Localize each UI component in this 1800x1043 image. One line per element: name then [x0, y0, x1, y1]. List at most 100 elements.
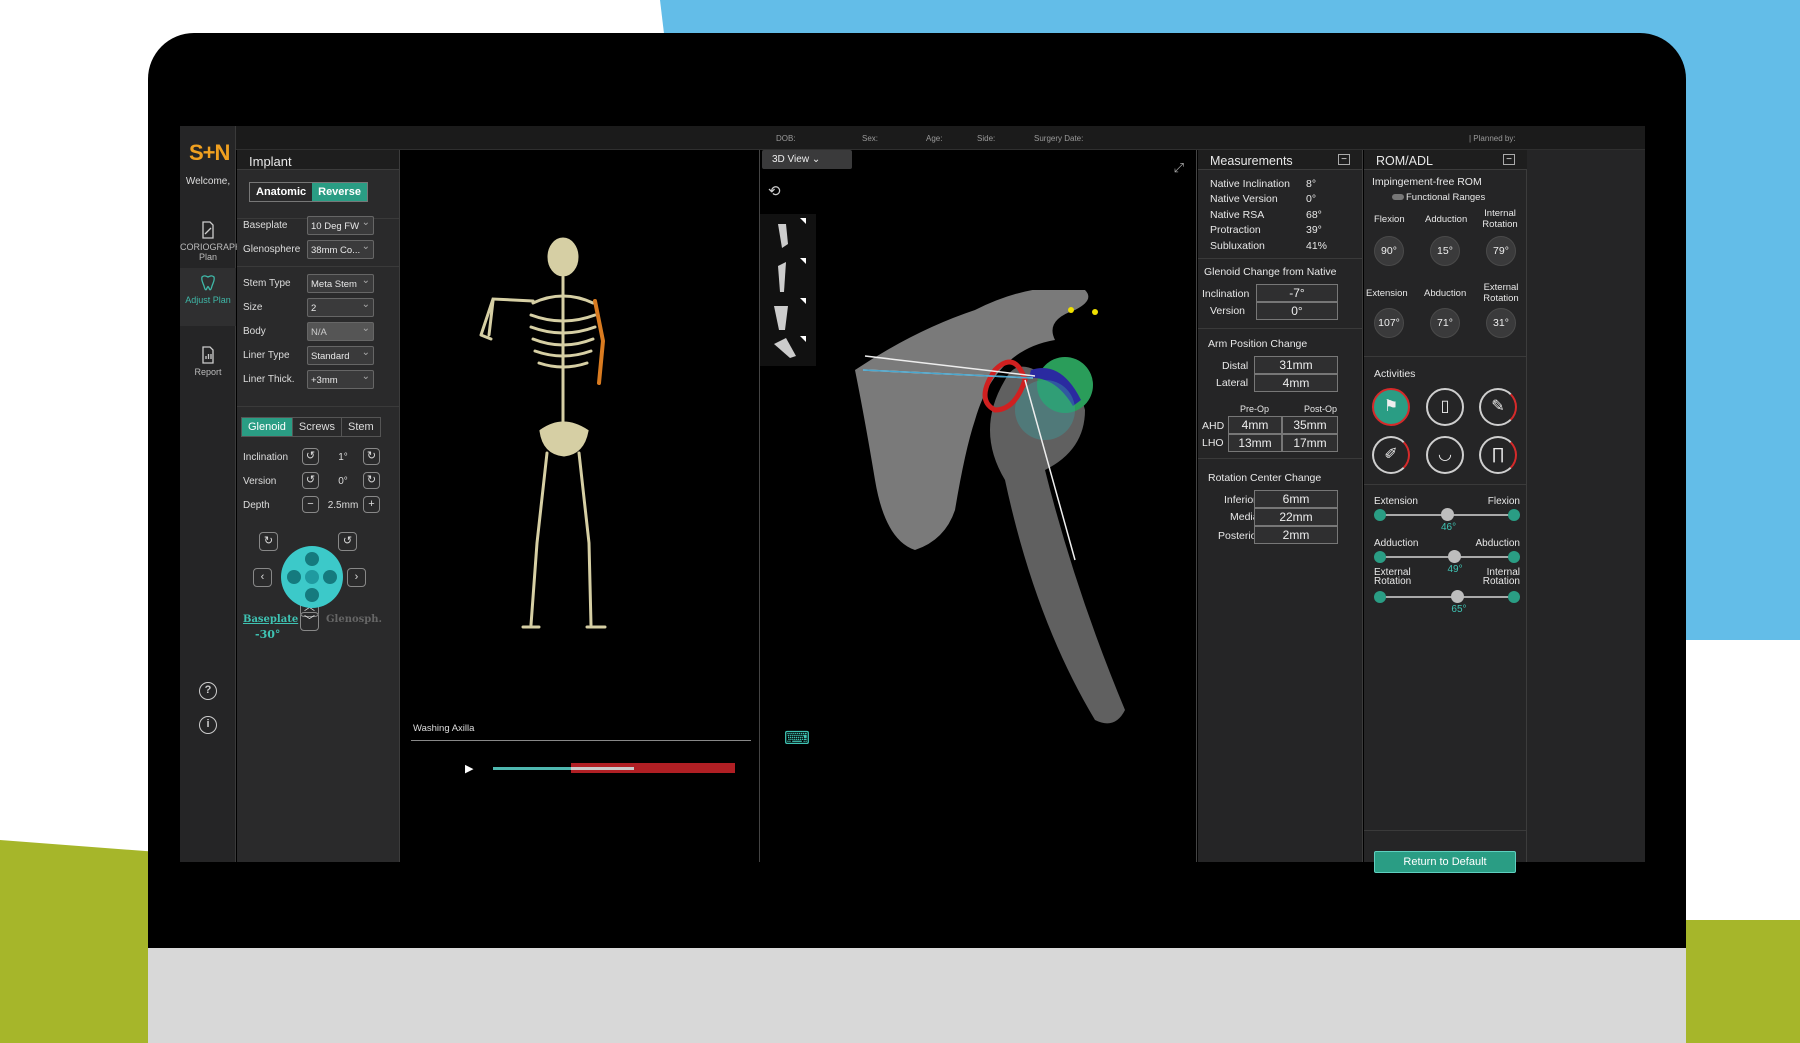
measure-value: 41% — [1306, 240, 1328, 252]
distal-value: 31mm — [1254, 356, 1338, 374]
reverse-option[interactable]: Reverse — [312, 183, 367, 201]
rotation-slider[interactable]: External Rotation Internal Rotation 65° — [1374, 568, 1520, 618]
measure-value: 39° — [1306, 224, 1322, 236]
minus-icon[interactable]: − — [302, 496, 319, 513]
rotate-ccw-icon[interactable]: ↺ — [302, 472, 319, 489]
slider-knob[interactable] — [1447, 550, 1461, 563]
rail-item-report[interactable]: Report — [180, 346, 236, 377]
body-select[interactable]: N/A — [307, 322, 374, 341]
info-icon[interactable]: i — [199, 716, 217, 734]
liner-thickness-select[interactable]: +3mm — [307, 370, 374, 389]
bone-view-icons[interactable] — [760, 214, 816, 366]
version-adjuster: Version ↺ 0° ↻ — [243, 471, 393, 491]
measurements-panel: Measurements − Native Inclination 8° Nati… — [1198, 150, 1363, 862]
rail-item-plan[interactable]: CORIOGRAPH Plan — [180, 221, 242, 262]
measurements-title-text: Measurements — [1210, 154, 1293, 168]
glenosphere-field: Glenosphere 38mm Co... — [243, 240, 393, 260]
return-to-default-button[interactable]: Return to Default — [1374, 851, 1516, 873]
view-selector-label: 3D View — [772, 154, 810, 165]
lateral-value: 4mm — [1254, 374, 1338, 392]
help-icon[interactable]: ? — [199, 682, 217, 700]
rom-subtitle: Impingement-free ROM — [1372, 176, 1482, 188]
activity-pants-icon[interactable]: ∏ — [1479, 436, 1517, 474]
move-down-icon[interactable]: ﹀ — [300, 612, 319, 631]
liner-thickness-field: Liner Thick. +3mm — [243, 370, 393, 390]
slider-end-handle[interactable] — [1508, 551, 1520, 563]
slider-start-handle[interactable] — [1374, 551, 1386, 563]
tab-glenoid[interactable]: Glenoid — [242, 418, 293, 436]
extension-flexion-slider[interactable]: Extension Flexion 46° — [1374, 496, 1520, 536]
tab-screws[interactable]: Screws — [293, 418, 342, 436]
measure-label: Inclination — [1202, 288, 1250, 300]
rotate-ccw-icon[interactable]: ↻ — [259, 532, 278, 551]
slider-start-handle[interactable] — [1374, 509, 1386, 521]
rotate-cw-icon[interactable]: ↻ — [363, 448, 380, 465]
baseplate-select[interactable]: 10 Deg FW — [307, 216, 374, 235]
plus-icon[interactable]: + — [363, 496, 380, 513]
rotate-ccw-icon[interactable]: ↺ — [302, 448, 319, 465]
baseplate-rotate-link[interactable]: Baseplate — [243, 614, 298, 625]
left-rail: S+N Welcome, CORIOGRAPH Plan Adjust Plan… — [180, 126, 242, 862]
divider — [1198, 258, 1362, 259]
posterior-value: 2mm — [1254, 526, 1338, 544]
tab-stem[interactable]: Stem — [342, 418, 380, 436]
background-green-left — [0, 840, 160, 1043]
inferior-value: 6mm — [1254, 490, 1338, 508]
internal-rotation-value: 79° — [1486, 236, 1516, 266]
play-icon[interactable]: ▶ — [465, 762, 473, 775]
component-tabs: Glenoid Screws Stem — [241, 417, 381, 437]
expand-icon[interactable]: ⤢ — [1174, 160, 1184, 176]
lho-preop-value: 13mm — [1228, 434, 1282, 452]
liner-type-select[interactable]: Standard — [307, 346, 374, 365]
divider — [1364, 356, 1526, 357]
rail-item-label: Report — [194, 367, 222, 377]
glenosphere-select[interactable]: 38mm Co... — [307, 240, 374, 259]
glenosphere-rotate-link[interactable]: Glenosph. — [326, 614, 382, 625]
adjust-label: Depth — [243, 500, 270, 511]
rotate-cw-icon[interactable]: ↺ — [338, 532, 357, 551]
activity-bra-icon[interactable]: ◡ — [1426, 436, 1464, 474]
field-label: Stem Type — [243, 278, 291, 289]
measure-value: 8° — [1306, 178, 1317, 190]
position-joystick[interactable] — [281, 546, 343, 608]
rom-title-text: ROM/ADL — [1376, 154, 1433, 168]
baseplate-field: Baseplate 10 Deg FW — [243, 216, 393, 236]
adjust-label: Version — [243, 476, 277, 487]
skeleton-animation-panel: Washing Axilla ▶ — [401, 150, 758, 862]
baseplate-rotate-value: -30° — [255, 628, 281, 641]
flexion-value: 90° — [1374, 236, 1404, 266]
move-left-icon[interactable]: ‹ — [253, 568, 272, 587]
divider — [237, 406, 399, 407]
app-screen: DOB: Sex: Age: Side: Surgery Date: | Pla… — [180, 126, 1645, 873]
stem-type-select[interactable]: Meta Stem — [307, 274, 374, 293]
activity-wrench-icon[interactable]: ✎ — [1479, 388, 1517, 426]
preop-label: Pre-Op — [1240, 404, 1270, 414]
anatomic-option[interactable]: Anatomic — [250, 183, 312, 201]
slider-knob[interactable] — [1451, 590, 1465, 603]
rom-content: Impingement-free ROM Functional Ranges F… — [1364, 170, 1527, 873]
measure-label: Distal — [1222, 360, 1249, 372]
animation-progress[interactable] — [571, 767, 634, 770]
rotate-cw-icon[interactable]: ↻ — [363, 472, 380, 489]
slider-end-handle[interactable] — [1508, 509, 1520, 521]
move-right-icon[interactable]: › — [347, 568, 366, 587]
view-selector[interactable]: 3D View ⌄ — [762, 150, 852, 169]
activity-comb-icon[interactable]: ✐ — [1372, 436, 1410, 474]
activity-washing-axilla[interactable]: ⚑ — [1372, 388, 1410, 426]
slider-left-label: External Rotation — [1374, 567, 1412, 587]
activity-door-icon[interactable]: ▯ — [1426, 388, 1464, 426]
collapse-icon[interactable]: − — [1338, 154, 1350, 165]
functional-ranges-toggle[interactable] — [1392, 194, 1404, 200]
size-select[interactable]: 2 — [307, 298, 374, 317]
depth-adjuster: Depth − 2.5mm + — [243, 495, 393, 515]
mouse-controls-icon[interactable]: ⌨ — [784, 728, 810, 749]
slider-end-handle[interactable] — [1508, 591, 1520, 603]
rail-item-adjust[interactable]: Adjust Plan — [180, 268, 236, 326]
slider-start-handle[interactable] — [1374, 591, 1386, 603]
slider-knob[interactable] — [1441, 508, 1454, 521]
reset-view-icon[interactable]: ⟲ — [768, 182, 781, 200]
field-label: Glenosphere — [243, 244, 301, 255]
stem-type-field: Stem Type Meta Stem — [243, 274, 393, 294]
collapse-icon[interactable]: − — [1503, 154, 1515, 165]
animation-label: Washing Axilla — [413, 723, 475, 734]
